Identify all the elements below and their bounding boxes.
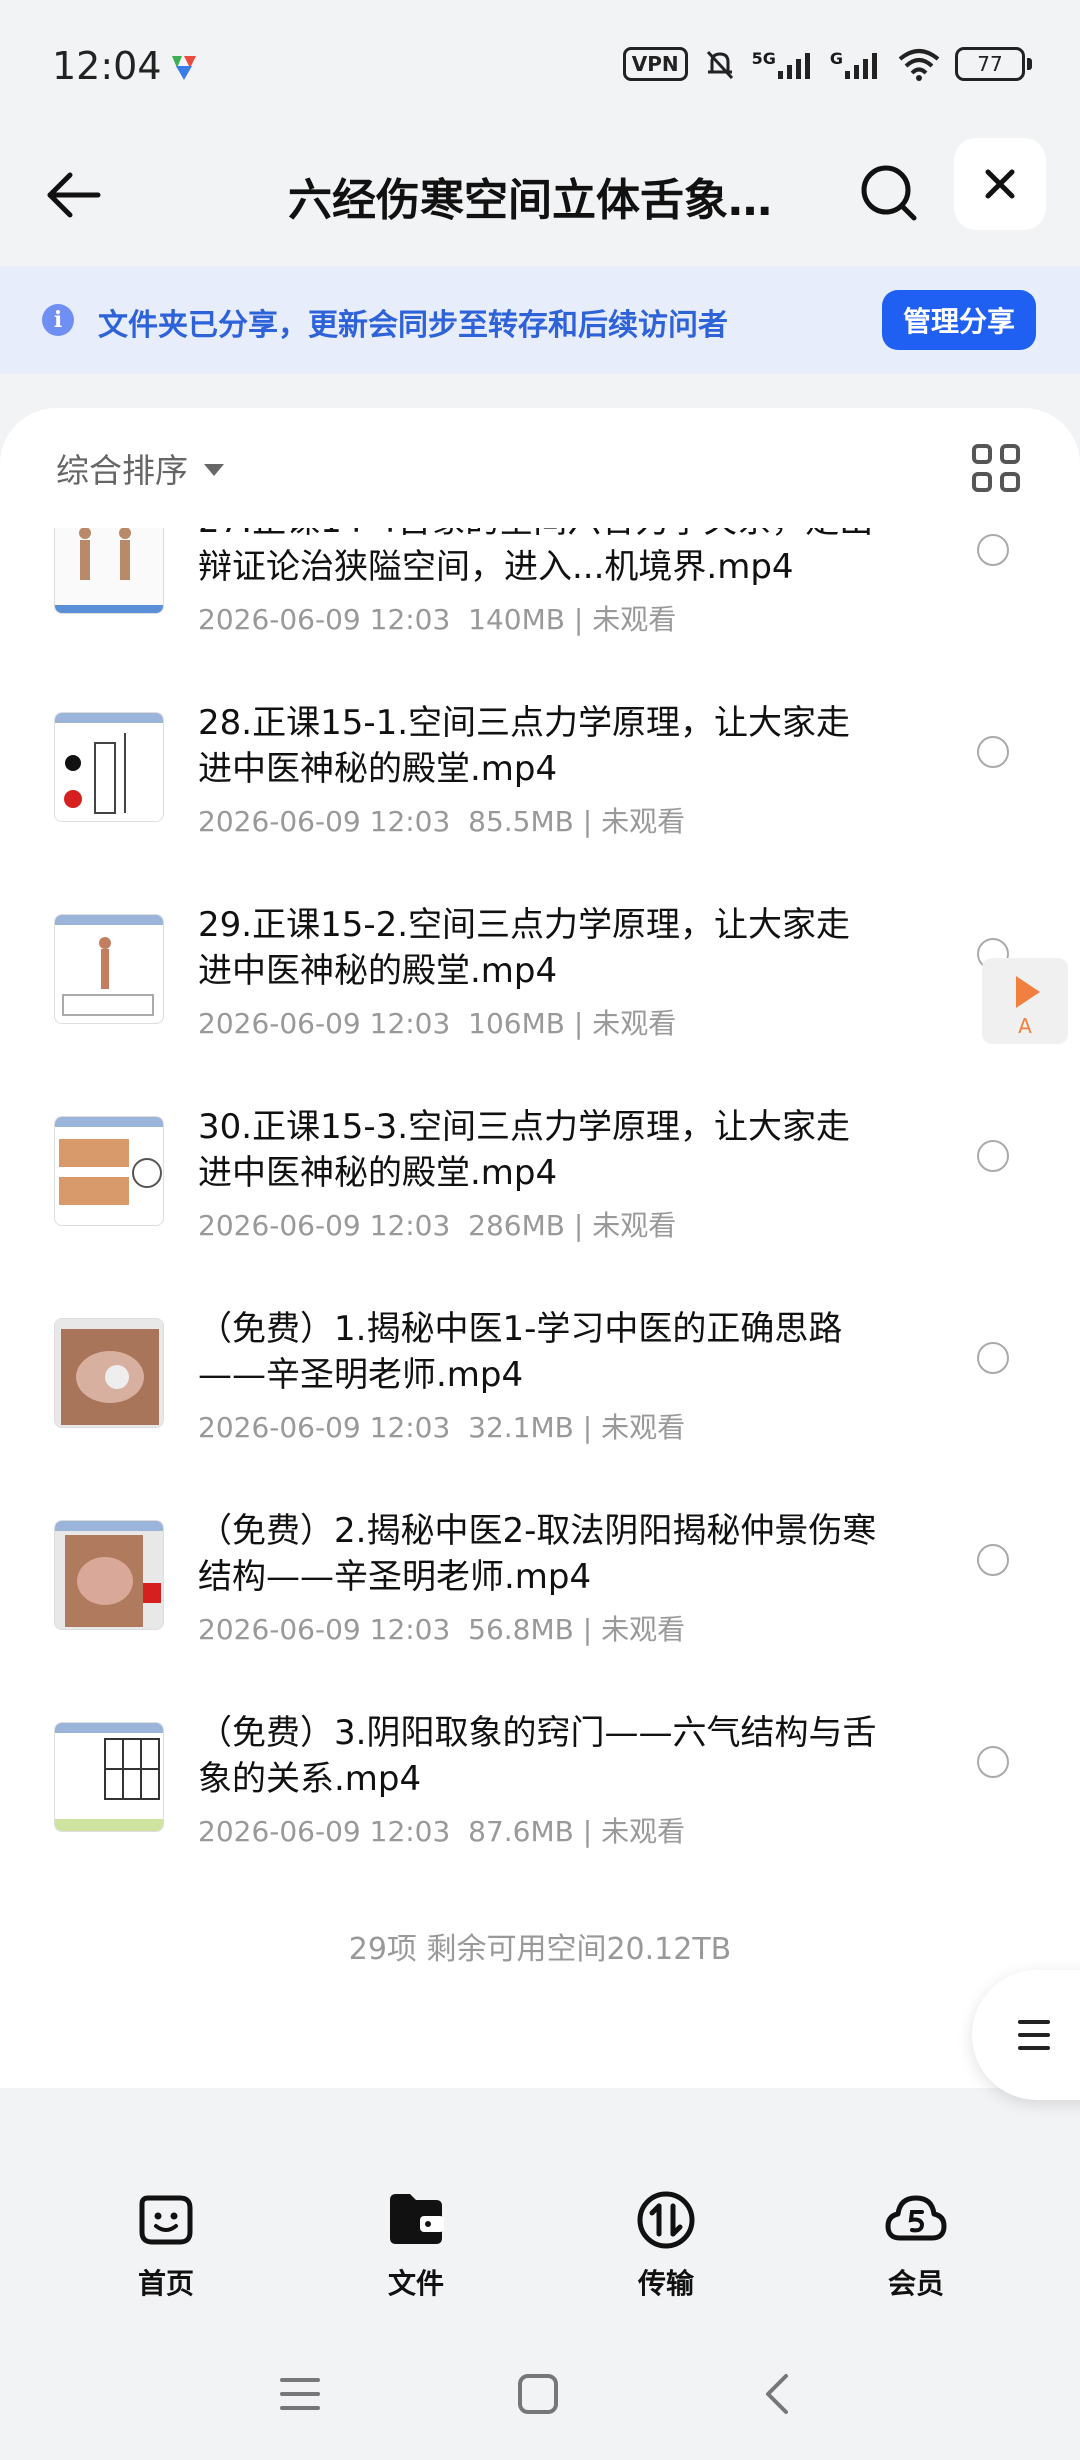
sort-label: 综合排序 (56, 451, 188, 490)
file-meta: 2026-06-09 12:03 286MB | 未观看 (198, 1209, 677, 1242)
video-thumbnail (54, 1116, 164, 1226)
video-thumbnail (54, 914, 164, 1024)
file-row[interactable]: 27.正课14-4舌象的空间六合力学关系，走出辩证论治狭隘空间，进入...机境界… (0, 528, 1080, 698)
smiley-face-icon (139, 2195, 193, 2245)
system-navigation-bar (0, 2340, 1080, 2460)
select-radio[interactable] (977, 1544, 1009, 1576)
tab-membership-label: 会员 (887, 2267, 944, 2300)
tab-home[interactable]: 首页 (86, 2188, 246, 2302)
file-name: （免费）2.揭秘中医2-取法阴阳揭秘仲景伤寒结构——辛圣明老师.mp4 (198, 1511, 877, 1597)
status-bar: 12:04 VPN 5G G 77 (0, 0, 1080, 130)
signal-g-icon: G (830, 49, 883, 79)
share-banner-text: 文件夹已分享，更新会同步至转存和后续访问者 (98, 308, 728, 343)
sort-dropdown[interactable]: 综合排序 (56, 444, 224, 492)
close-icon (985, 169, 1015, 199)
select-radio[interactable] (977, 736, 1009, 768)
video-thumbnail (54, 1318, 164, 1428)
menu-icon (1018, 2020, 1050, 2059)
back-chevron-icon[interactable] (756, 2372, 800, 2416)
wifi-icon (898, 49, 940, 81)
floating-player[interactable]: A (982, 958, 1068, 1044)
file-list-card: 综合排序 27.正课14-4舌象的空间六合力学关系，走出辩证论治狭隘空间，进入.… (0, 408, 1080, 2088)
select-radio[interactable] (977, 1140, 1009, 1172)
video-thumbnail (54, 1520, 164, 1630)
info-icon: i (42, 304, 74, 336)
file-row[interactable]: （免费）3.阴阳取象的窍门——六气结构与舌象的关系.mp4 2026-06-09… (0, 1710, 1080, 1910)
file-meta: 2026-06-09 12:03 140MB | 未观看 (198, 603, 677, 636)
tab-membership[interactable]: 会员 (836, 2188, 996, 2302)
share-banner: i 文件夹已分享，更新会同步至转存和后续访问者 管理分享 (0, 266, 1080, 374)
bottom-tab-bar: 首页 文件 传输 会员 (0, 2170, 1080, 2310)
cloud-membership-icon (885, 2195, 947, 2241)
back-button[interactable] (40, 160, 110, 230)
battery-icon: 77 (955, 47, 1032, 81)
status-time: 12:04 (52, 44, 162, 88)
status-indicators: VPN 5G G 77 (622, 46, 1032, 82)
storage-summary: 29项 剩余可用空间20.12TB (348, 1932, 732, 1967)
video-thumbnail (54, 1722, 164, 1832)
select-radio[interactable] (977, 534, 1009, 566)
select-radio[interactable] (977, 1342, 1009, 1374)
tab-files-label: 文件 (387, 2267, 444, 2300)
file-name: 29.正课15-2.空间三点力学原理，让大家走进中医神秘的殿堂.mp4 (198, 905, 851, 991)
recent-apps-icon[interactable] (278, 2372, 322, 2416)
folder-icon (390, 2194, 444, 2244)
file-row[interactable]: （免费）2.揭秘中医2-取法阴阳揭秘仲景伤寒结构——辛圣明老师.mp4 2026… (0, 1508, 1080, 1708)
file-meta: 2026-06-09 12:03 56.8MB | 未观看 (198, 1613, 686, 1646)
close-button[interactable] (954, 138, 1046, 230)
select-radio[interactable] (977, 1746, 1009, 1778)
file-row[interactable]: 28.正课15-1.空间三点力学原理，让大家走进中医神秘的殿堂.mp4 2026… (0, 700, 1080, 900)
signal-5g-icon: 5G (752, 49, 816, 79)
file-name: 30.正课15-3.空间三点力学原理，让大家走进中医神秘的殿堂.mp4 (198, 1107, 851, 1193)
grid-view-toggle-icon[interactable] (972, 444, 1020, 492)
file-meta: 2026-06-09 12:03 32.1MB | 未观看 (198, 1411, 686, 1444)
page-title: 六经伤寒空间立体舌象… (288, 175, 772, 226)
file-name: （免费）1.揭秘中医1-学习中医的正确思路——辛圣明老师.mp4 (198, 1309, 843, 1395)
file-list: 27.正课14-4舌象的空间六合力学关系，走出辩证论治狭隘空间，进入...机境界… (0, 528, 1080, 1928)
file-meta: 2026-06-09 12:03 106MB | 未观看 (198, 1007, 677, 1040)
tab-home-label: 首页 (137, 2267, 194, 2300)
home-square-icon[interactable] (516, 2372, 560, 2416)
manage-share-button[interactable]: 管理分享 (882, 290, 1036, 350)
tab-transfer[interactable]: 传输 (586, 2188, 746, 2302)
app-notification-icon (168, 52, 200, 88)
video-thumbnail (54, 712, 164, 822)
file-row[interactable]: 30.正课15-3.空间三点力学原理，让大家走进中医神秘的殿堂.mp4 2026… (0, 1104, 1080, 1304)
transfer-icon (637, 2191, 695, 2249)
top-navigation: 六经伤寒空间立体舌象… (0, 130, 1080, 266)
file-name: 28.正课15-1.空间三点力学原理，让大家走进中医神秘的殿堂.mp4 (198, 703, 851, 789)
back-arrow-icon (47, 172, 101, 218)
vpn-badge: VPN (622, 47, 688, 81)
mute-bell-icon (706, 50, 733, 80)
tab-files[interactable]: 文件 (336, 2188, 496, 2302)
floating-player-label: A (1018, 1014, 1032, 1038)
dropdown-caret-icon (204, 464, 224, 476)
file-row[interactable]: 29.正课15-2.空间三点力学原理，让大家走进中医神秘的殿堂.mp4 2026… (0, 902, 1080, 1102)
file-name: （免费）3.阴阳取象的窍门——六气结构与舌象的关系.mp4 (198, 1713, 877, 1799)
file-row[interactable]: （免费）1.揭秘中医1-学习中医的正确思路——辛圣明老师.mp4 2026-06… (0, 1306, 1080, 1506)
video-thumbnail (54, 528, 164, 614)
search-button[interactable] (852, 156, 926, 230)
search-icon (861, 165, 917, 221)
file-meta: 2026-06-09 12:03 85.5MB | 未观看 (198, 805, 686, 838)
file-meta: 2026-06-09 12:03 87.6MB | 未观看 (198, 1815, 686, 1848)
file-name: 27.正课14-4舌象的空间六合力学关系，走出辩证论治狭隘空间，进入...机境界… (198, 528, 873, 587)
tab-transfer-label: 传输 (637, 2267, 694, 2300)
